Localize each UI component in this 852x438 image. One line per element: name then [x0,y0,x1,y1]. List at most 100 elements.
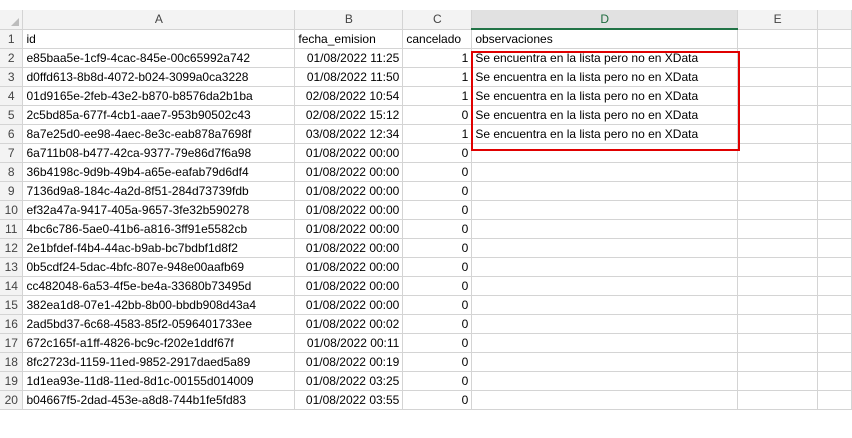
cell-f[interactable] [817,162,852,182]
row-header[interactable]: 6 [0,124,24,144]
row-header[interactable]: 2 [0,48,24,68]
cell-f[interactable] [817,333,852,353]
cell-e[interactable] [737,390,819,410]
cell-b[interactable]: 01/08/2022 00:00 [294,200,404,220]
cell-c[interactable]: 0 [402,390,473,410]
cell-d[interactable]: Se encuentra en la lista pero no en XDat… [471,86,739,106]
column-header-c[interactable]: C [402,10,473,30]
row-header[interactable]: 4 [0,86,24,106]
row-header[interactable]: 20 [0,390,24,410]
cell-e[interactable] [737,238,819,258]
cell-f[interactable] [817,67,852,87]
row-header[interactable]: 9 [0,181,24,201]
cell-c[interactable]: 0 [402,352,473,372]
cell-c[interactable]: 0 [402,238,473,258]
cell-f[interactable] [817,200,852,220]
cell-a[interactable]: cc482048-6a53-4f5e-be4a-33680b73495d [22,276,296,296]
cell-b[interactable]: 01/08/2022 00:02 [294,314,404,334]
row-header[interactable]: 19 [0,371,24,391]
cell-b[interactable]: 01/08/2022 00:00 [294,219,404,239]
row-header[interactable]: 13 [0,257,24,277]
row-header[interactable]: 7 [0,143,24,163]
cell-f[interactable] [817,219,852,239]
cell-c[interactable]: cancelado [402,29,473,49]
cell-a[interactable]: 2ad5bd37-6c68-4583-85f2-0596401733ee [22,314,296,334]
row-header[interactable]: 5 [0,105,24,125]
cell-c[interactable]: 0 [402,200,473,220]
cell-c[interactable]: 1 [402,86,473,106]
cell-a[interactable]: id [22,29,296,49]
cell-f[interactable] [817,257,852,277]
cell-b[interactable]: 01/08/2022 00:00 [294,162,404,182]
cell-b[interactable]: 01/08/2022 00:00 [294,276,404,296]
cell-c[interactable]: 0 [402,295,473,315]
column-header-b[interactable]: B [294,10,404,30]
row-header[interactable]: 8 [0,162,24,182]
cell-f[interactable] [817,371,852,391]
cell-d[interactable]: Se encuentra en la lista pero no en XDat… [471,124,739,144]
cell-a[interactable]: 382ea1d8-07e1-42bb-8b00-bbdb908d43a4 [22,295,296,315]
cell-d[interactable] [471,352,739,372]
cell-c[interactable]: 1 [402,48,473,68]
cell-f[interactable] [817,86,852,106]
cell-b[interactable]: 01/08/2022 00:00 [294,238,404,258]
cell-d[interactable]: observaciones [471,29,739,49]
row-header[interactable]: 15 [0,295,24,315]
cell-a[interactable]: 01d9165e-2feb-43e2-b870-b8576da2b1ba [22,86,296,106]
cell-e[interactable] [737,105,819,125]
row-header[interactable]: 16 [0,314,24,334]
cell-d[interactable] [471,314,739,334]
cell-c[interactable]: 1 [402,67,473,87]
row-header[interactable]: 12 [0,238,24,258]
cell-a[interactable]: 1d1ea93e-11d8-11ed-8d1c-00155d014009 [22,371,296,391]
cell-b[interactable]: 01/08/2022 00:19 [294,352,404,372]
cell-b[interactable]: 02/08/2022 15:12 [294,105,404,125]
cell-d[interactable] [471,219,739,239]
cell-d[interactable] [471,390,739,410]
cell-f[interactable] [817,390,852,410]
cell-c[interactable]: 0 [402,257,473,277]
cell-d[interactable] [471,162,739,182]
cell-f[interactable] [817,238,852,258]
cell-b[interactable]: 01/08/2022 03:25 [294,371,404,391]
cell-a[interactable]: 2c5bd85a-677f-4cb1-aae7-953b90502c43 [22,105,296,125]
cell-a[interactable]: e85baa5e-1cf9-4cac-845e-00c65992a742 [22,48,296,68]
cell-d[interactable] [471,333,739,353]
cell-b[interactable]: 01/08/2022 00:11 [294,333,404,353]
cell-d[interactable] [471,143,739,163]
cell-c[interactable]: 0 [402,181,473,201]
cell-e[interactable] [737,29,819,49]
column-header-f[interactable] [817,10,852,30]
cell-b[interactable]: 01/08/2022 00:00 [294,295,404,315]
column-header-a[interactable]: A [22,10,296,30]
cell-f[interactable] [817,124,852,144]
cell-d[interactable] [471,371,739,391]
cell-e[interactable] [737,333,819,353]
cell-b[interactable]: 01/08/2022 11:25 [294,48,404,68]
cell-f[interactable] [817,314,852,334]
cell-e[interactable] [737,86,819,106]
cell-a[interactable]: 4bc6c786-5ae0-41b6-a816-3ff91e5582cb [22,219,296,239]
row-header[interactable]: 17 [0,333,24,353]
cell-c[interactable]: 0 [402,162,473,182]
row-header[interactable]: 11 [0,219,24,239]
row-header[interactable]: 1 [0,29,24,49]
cell-f[interactable] [817,276,852,296]
cell-d[interactable]: Se encuentra en la lista pero no en XDat… [471,105,739,125]
cell-e[interactable] [737,257,819,277]
cell-a[interactable]: d0ffd613-8b8d-4072-b024-3099a0ca3228 [22,67,296,87]
cell-b[interactable]: 01/08/2022 11:50 [294,67,404,87]
cell-d[interactable] [471,238,739,258]
cell-d[interactable]: Se encuentra en la lista pero no en XDat… [471,48,739,68]
cell-b[interactable]: 01/08/2022 00:00 [294,143,404,163]
select-all-corner[interactable] [0,10,24,30]
cell-e[interactable] [737,200,819,220]
cell-b[interactable]: 01/08/2022 03:55 [294,390,404,410]
row-header[interactable]: 10 [0,200,24,220]
cell-e[interactable] [737,352,819,372]
cell-c[interactable]: 0 [402,333,473,353]
cell-d[interactable] [471,295,739,315]
cell-f[interactable] [817,48,852,68]
cell-c[interactable]: 1 [402,124,473,144]
cell-e[interactable] [737,276,819,296]
